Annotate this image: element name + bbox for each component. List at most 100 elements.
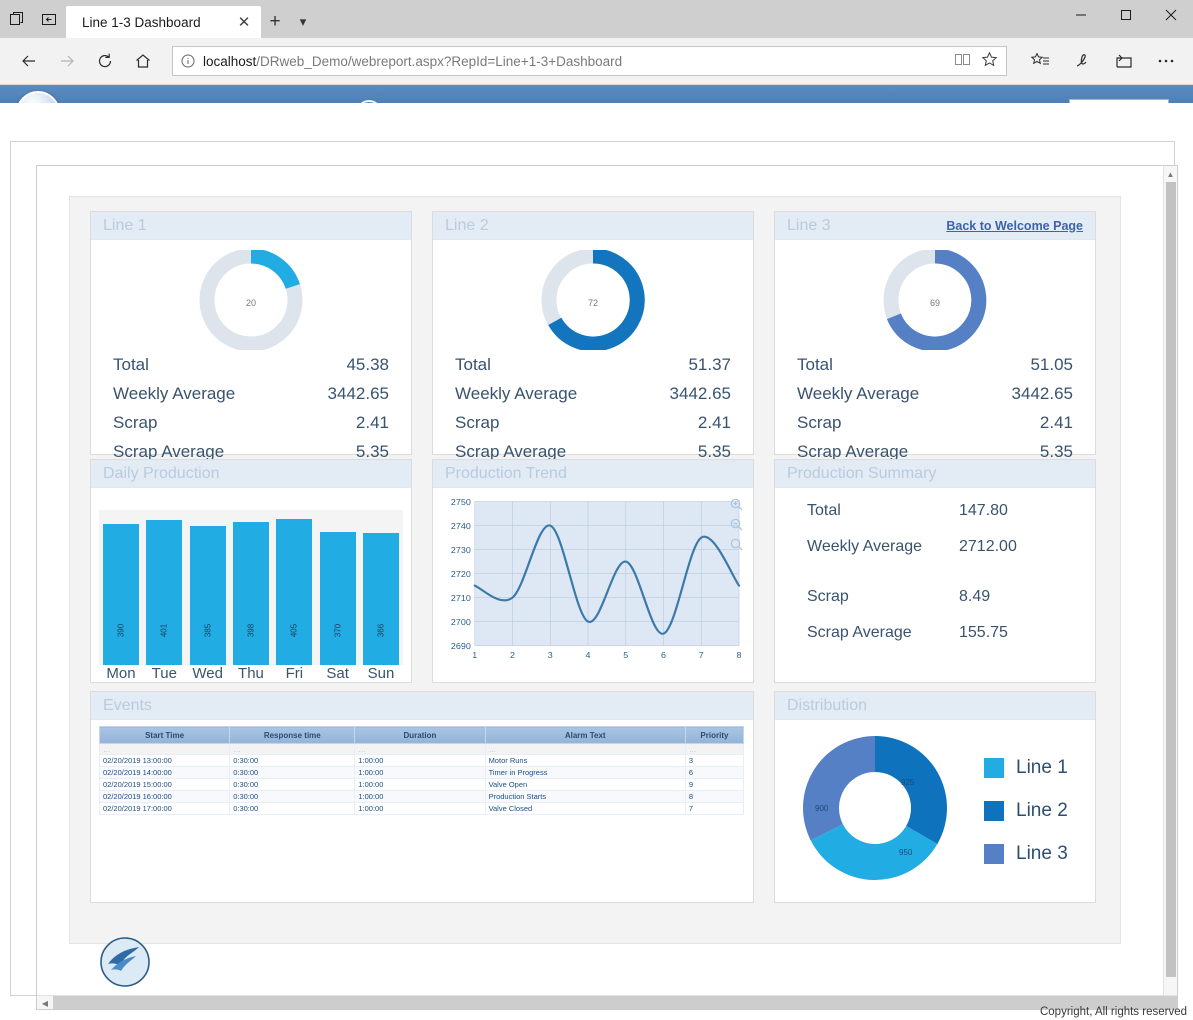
events-cell: Valve Closed xyxy=(485,803,685,815)
summary-row: Scrap 8.49 xyxy=(807,588,1067,624)
events-cell: 02/20/2019 14:00:00 xyxy=(100,767,230,779)
events-filter-cell[interactable]: … xyxy=(355,744,485,755)
events-filter-cell[interactable]: … xyxy=(230,744,355,755)
panel-header-distribution: Distribution xyxy=(775,692,1095,720)
reading-view-icon[interactable] xyxy=(954,51,971,71)
panel-body-events: Start TimeResponse timeDurationAlarm Tex… xyxy=(91,720,753,902)
bar-column: 401 xyxy=(146,510,182,665)
new-tab-icon[interactable]: + xyxy=(261,6,289,38)
bar-category-label: Sun xyxy=(363,665,399,682)
zoom-out-icon[interactable] xyxy=(730,518,743,531)
trend-svg: 269027002710272027302740275012345678 xyxy=(439,494,747,674)
bar-column: 366 xyxy=(363,510,399,665)
panel-header-production-summary: Production Summary xyxy=(775,460,1095,488)
donut-slice[interactable] xyxy=(875,736,947,844)
table-row[interactable]: 02/20/2019 15:00:000:30:001:00:00Valve O… xyxy=(100,779,744,791)
set-aside-tabs-icon[interactable] xyxy=(38,8,60,30)
events-column-header[interactable]: Duration xyxy=(355,727,485,744)
svg-text:2750: 2750 xyxy=(451,497,471,507)
kpi-row: Total 51.05 xyxy=(797,355,1073,384)
events-filter-row[interactable]: …………… xyxy=(100,744,744,755)
minimize-icon[interactable] xyxy=(1058,0,1103,30)
events-cell: 02/20/2019 17:00:00 xyxy=(100,803,230,815)
table-row[interactable]: 02/20/2019 13:00:000:30:001:00:00Motor R… xyxy=(100,755,744,767)
home-icon[interactable] xyxy=(126,44,160,78)
reload-icon[interactable] xyxy=(88,44,122,78)
bar-chart-x-axis: MonTueWedThuFriSatSun xyxy=(99,665,403,682)
donut-slice[interactable] xyxy=(803,736,875,840)
table-row[interactable]: 02/20/2019 14:00:000:30:001:00:00Timer i… xyxy=(100,767,744,779)
events-cell: 02/20/2019 16:00:00 xyxy=(100,791,230,803)
scroll-up-arrow-icon[interactable]: ▲ xyxy=(1164,166,1177,182)
bar[interactable]: 401 xyxy=(146,520,182,665)
gauge-line-3-value: 69 xyxy=(880,250,990,355)
kpi-label: Total xyxy=(797,355,833,375)
line-chart-production-trend: 269027002710272027302740275012345678 xyxy=(439,494,747,674)
footer-logo xyxy=(99,936,151,993)
legend-label: Line 1 xyxy=(1016,757,1068,779)
events-cell: Timer in Progress xyxy=(485,767,685,779)
kpi-row: Scrap 2.41 xyxy=(455,413,731,442)
chevron-down-icon[interactable]: ▾ xyxy=(289,6,317,38)
web-notes-icon[interactable] xyxy=(1067,44,1097,78)
kpi-value: 2.41 xyxy=(356,413,389,433)
site-info-icon[interactable] xyxy=(181,54,195,68)
events-cell: 8 xyxy=(685,791,743,803)
address-bar[interactable]: localhost/DRweb_Demo/webreport.aspx?RepI… xyxy=(172,46,1007,76)
events-filter-cell[interactable]: … xyxy=(685,744,743,755)
svg-text:8: 8 xyxy=(737,650,742,660)
url-path: /DRweb_Demo/webreport.aspx?RepId=Line+1-… xyxy=(256,54,622,69)
events-filter-cell[interactable]: … xyxy=(100,744,230,755)
bar-column: 398 xyxy=(233,510,269,665)
bar-column: 385 xyxy=(190,510,226,665)
bar[interactable]: 405 xyxy=(276,519,312,665)
tab-preview-icon[interactable] xyxy=(6,8,28,30)
panel-title: Daily Production xyxy=(103,465,220,483)
bar-category-label: Wed xyxy=(190,665,226,682)
events-column-header[interactable]: Priority xyxy=(685,727,743,744)
close-tab-icon[interactable]: ✕ xyxy=(235,13,253,31)
events-column-header[interactable]: Response time xyxy=(230,727,355,744)
offscreen-ghost-text xyxy=(1115,258,1155,348)
favorite-star-icon[interactable] xyxy=(981,51,998,71)
back-to-welcome-page-link[interactable]: Back to Welcome Page xyxy=(946,219,1083,233)
horizontal-scrollbar[interactable]: ◀ xyxy=(37,995,1177,1009)
table-row[interactable]: 02/20/2019 16:00:000:30:001:00:00Product… xyxy=(100,791,744,803)
slice-label-line-1: 950 xyxy=(899,848,912,857)
panel-title: Line 3 xyxy=(787,217,831,235)
kpi-label: Total xyxy=(455,355,491,375)
bar-category-label: Tue xyxy=(146,665,182,682)
maximize-icon[interactable] xyxy=(1103,0,1148,30)
vertical-scrollbar-thumb[interactable] xyxy=(1166,182,1176,977)
events-column-header[interactable]: Start Time xyxy=(100,727,230,744)
vertical-scrollbar[interactable]: ▲ ▼ xyxy=(1163,166,1177,1009)
bar[interactable]: 366 xyxy=(363,533,399,665)
events-table-wrap[interactable]: Start TimeResponse timeDurationAlarm Tex… xyxy=(99,726,745,815)
kpi-list-line-3: Total 51.05 Weekly Average 3442.65 Scrap… xyxy=(775,355,1095,471)
panel-line-3: Line 3 Back to Welcome Page 69 xyxy=(774,211,1096,455)
distribution-legend: Line 1Line 2Line 3 xyxy=(984,757,1068,865)
bar-category-label: Mon xyxy=(103,665,139,682)
table-row[interactable]: 02/20/2019 17:00:000:30:001:00:00Valve C… xyxy=(100,803,744,815)
gauge-line-1-wrap: 20 xyxy=(91,250,411,355)
bar[interactable]: 370 xyxy=(320,532,356,665)
forward-icon[interactable] xyxy=(50,44,84,78)
settings-more-icon[interactable] xyxy=(1151,44,1181,78)
events-filter-cell[interactable]: … xyxy=(485,744,685,755)
summary-label: Scrap xyxy=(807,588,959,606)
events-column-header[interactable]: Alarm Text xyxy=(485,727,685,744)
scroll-left-arrow-icon[interactable]: ◀ xyxy=(37,996,53,1010)
svg-text:7: 7 xyxy=(699,650,704,660)
bar[interactable]: 398 xyxy=(233,522,269,665)
bar[interactable]: 385 xyxy=(190,526,226,665)
browser-tab[interactable]: Line 1-3 Dashboard ✕ xyxy=(66,6,261,38)
kpi-value: 45.38 xyxy=(346,355,389,375)
bar[interactable]: 390 xyxy=(103,524,139,665)
close-window-icon[interactable] xyxy=(1148,0,1193,30)
zoom-in-icon[interactable] xyxy=(730,498,743,511)
bar-value-label: 401 xyxy=(160,624,169,637)
share-icon[interactable] xyxy=(1109,44,1139,78)
favorites-hub-icon[interactable] xyxy=(1025,44,1055,78)
zoom-reset-icon[interactable] xyxy=(730,538,743,551)
back-icon[interactable] xyxy=(12,44,46,78)
